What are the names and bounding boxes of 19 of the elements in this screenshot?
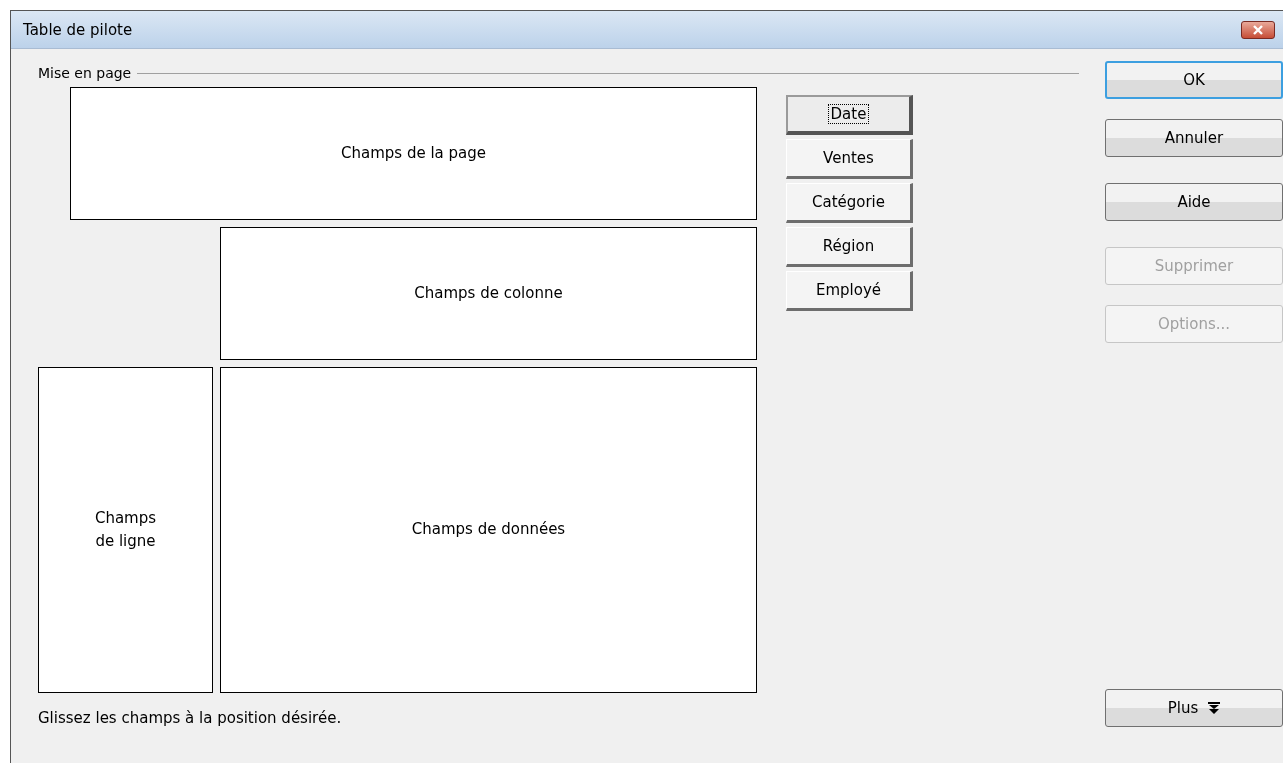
- dialog-button[interactable]: Annuler: [1105, 119, 1283, 157]
- field-button[interactable]: Date: [786, 95, 913, 135]
- hint-text: Glissez les champs à la position désirée.: [38, 709, 343, 727]
- field-button[interactable]: Ventes: [786, 139, 913, 179]
- field-button[interactable]: Employé: [786, 271, 913, 311]
- close-button[interactable]: [1241, 20, 1275, 39]
- window-title: Table de pilote: [23, 20, 133, 39]
- more-button[interactable]: Plus: [1105, 689, 1283, 727]
- double-down-arrow-icon: [1208, 702, 1221, 714]
- data-fields-area: Champs de données: [220, 367, 757, 693]
- row-fields-area: Champs de ligne: [38, 367, 213, 693]
- close-icon: [1252, 24, 1264, 35]
- field-button[interactable]: Catégorie: [786, 183, 913, 223]
- field-button[interactable]: Région: [786, 227, 913, 267]
- dialog-button[interactable]: Aide: [1105, 183, 1283, 221]
- column-fields-area: Champs de colonne: [220, 227, 757, 360]
- group-label: Mise en page: [38, 65, 132, 81]
- page-fields-area: Champs de la page: [70, 87, 757, 220]
- dialog-button[interactable]: OK: [1105, 61, 1283, 99]
